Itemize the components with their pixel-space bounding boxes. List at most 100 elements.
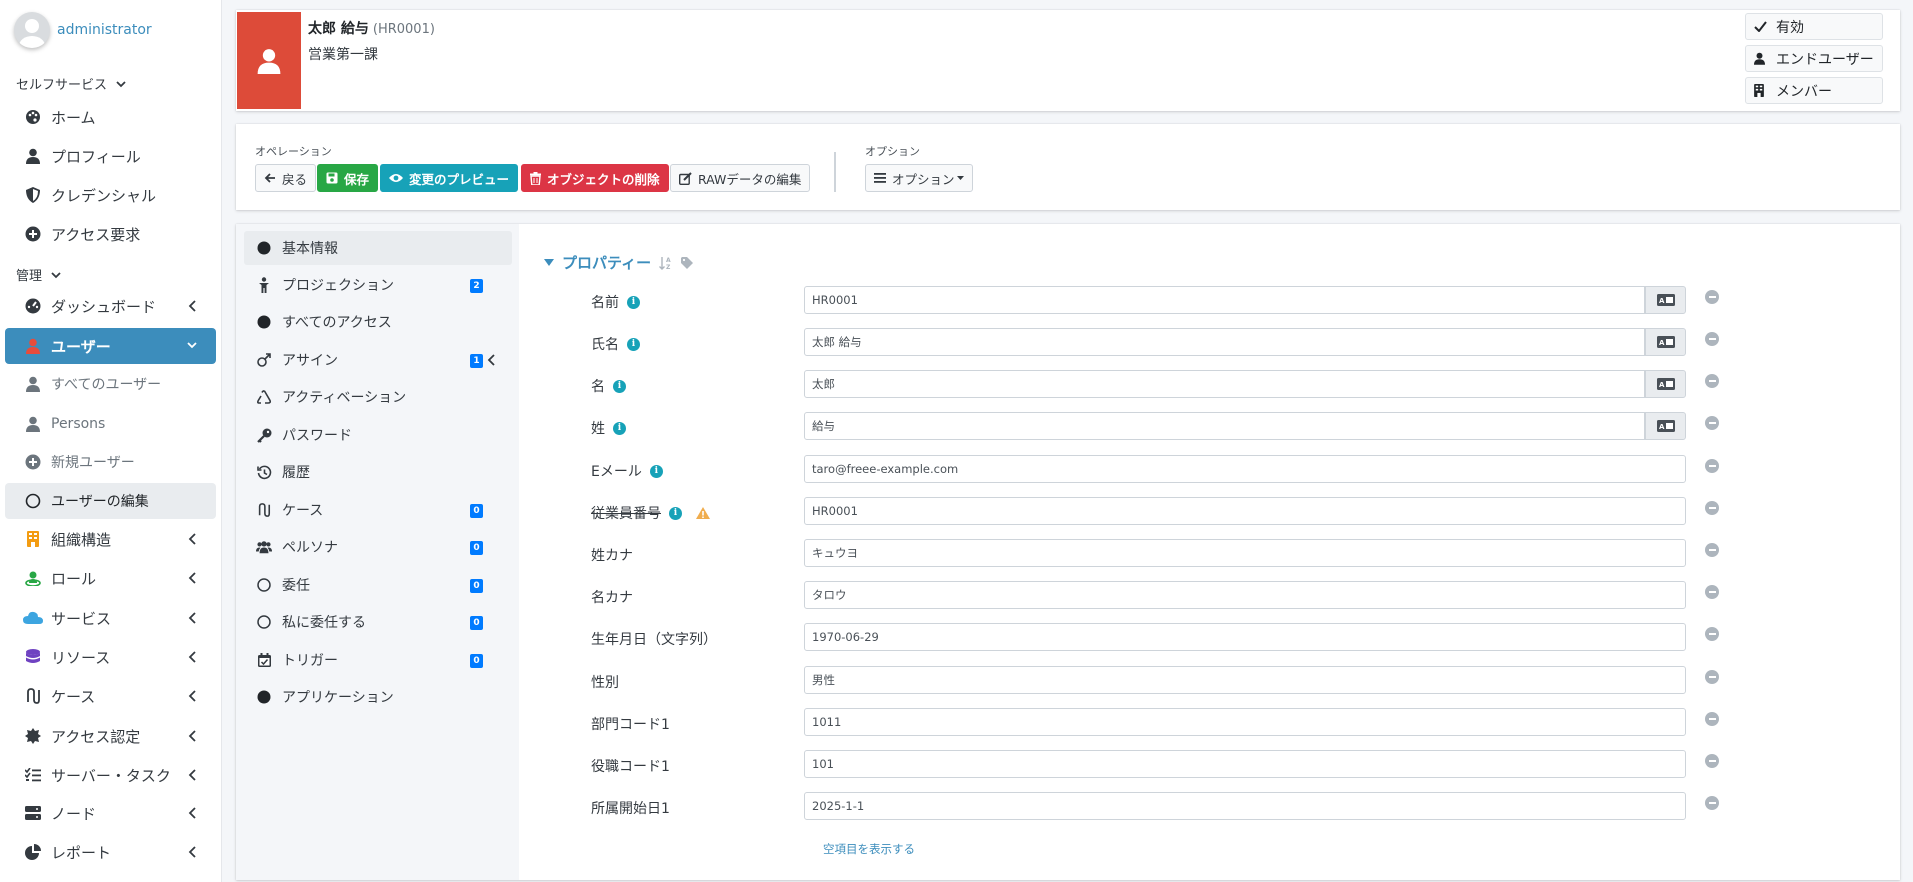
nav-item-roles[interactable]: ロール — [5, 560, 216, 596]
polystring-button[interactable]: A — [1645, 370, 1686, 398]
remove-value-icon[interactable] — [1705, 374, 1719, 388]
remove-value-icon[interactable] — [1705, 501, 1719, 515]
archetype-enduser-tag[interactable]: エンドユーザー — [1745, 45, 1883, 72]
remove-value-icon[interactable] — [1705, 627, 1719, 641]
delete-object-button[interactable]: オブジェクトの削除 — [521, 164, 669, 192]
nav-item-nodes[interactable]: ノード — [5, 795, 216, 831]
info-icon[interactable]: i — [627, 337, 640, 351]
nav-item-cases[interactable]: ケース — [5, 678, 216, 714]
nav-item-access-request[interactable]: アクセス要求 — [5, 216, 216, 252]
info-icon[interactable]: i — [613, 379, 626, 393]
polystring-button[interactable]: A — [1645, 328, 1686, 356]
remove-value-icon[interactable] — [1705, 416, 1719, 430]
nav-item-edit-user[interactable]: ユーザーの編集 — [5, 483, 216, 519]
edit-raw-button[interactable]: RAWデータの編集 — [670, 164, 811, 192]
field-input[interactable]: 2025-1-1 — [804, 792, 1686, 820]
field-input[interactable]: 男性 — [804, 666, 1686, 694]
polystring-button[interactable]: A — [1645, 286, 1686, 314]
chevron-left-icon[interactable] — [487, 353, 497, 367]
chevron-left-icon — [188, 690, 196, 702]
tab-projections[interactable]: プロジェクション 2 — [244, 268, 512, 302]
sidebar: administrator セルフサービス ホーム プロフィール クレデンシャル… — [0, 0, 222, 882]
nav-item-profile[interactable]: プロフィール — [5, 138, 216, 174]
tab-history[interactable]: 履歴 — [244, 455, 512, 489]
properties-section-header[interactable]: プロパティー AZ — [544, 252, 695, 273]
nav-item-resources[interactable]: リソース — [5, 639, 216, 675]
save-icon — [326, 172, 338, 184]
options-label: オプション — [865, 145, 920, 158]
avatar — [14, 12, 50, 48]
save-button[interactable]: 保存 — [317, 164, 379, 192]
tab-delegated-to-me[interactable]: 私に委任する 0 — [244, 605, 512, 639]
warning-icon[interactable] — [696, 507, 710, 519]
tag-icon[interactable] — [681, 256, 695, 269]
field-input[interactable]: HR0001 — [804, 286, 1645, 314]
nav-item-org[interactable]: 組織構造 — [5, 521, 216, 557]
status-enabled-tag[interactable]: 有効 — [1745, 13, 1883, 40]
info-icon[interactable]: i — [627, 295, 640, 309]
remove-value-icon[interactable] — [1705, 585, 1719, 599]
field-input[interactable]: タロウ — [804, 581, 1686, 609]
field-label: 従業員番号 i — [591, 503, 710, 523]
nav-item-users[interactable]: ユーザー — [5, 328, 216, 364]
user-name[interactable]: administrator — [57, 22, 152, 38]
tab-personas[interactable]: ペルソナ 0 — [244, 530, 512, 564]
nav-item-server-tasks[interactable]: サーバー・タスク — [5, 757, 216, 793]
user-panel[interactable]: administrator — [14, 12, 152, 48]
remove-value-icon[interactable] — [1705, 543, 1719, 557]
field-input[interactable]: 1970-06-29 — [804, 623, 1686, 651]
info-icon[interactable]: i — [649, 464, 663, 478]
field-input[interactable]: taro@freee-example.com — [804, 455, 1686, 483]
tab-cases[interactable]: ケース 0 — [244, 493, 512, 527]
nav-item-new-user[interactable]: 新規ユーザー — [5, 444, 216, 480]
remove-value-icon[interactable] — [1705, 754, 1719, 768]
field-label: 姓カナ — [591, 548, 633, 564]
sort-icon[interactable]: AZ — [659, 256, 673, 270]
polystring-button[interactable]: A — [1645, 412, 1686, 440]
chevron-left-icon — [188, 300, 196, 312]
tab-activation[interactable]: アクティベーション — [244, 380, 512, 414]
info-icon[interactable]: i — [669, 506, 682, 520]
nav-header-admin[interactable]: 管理 — [16, 265, 62, 284]
options-dropdown[interactable]: オプション — [865, 164, 973, 192]
nav-item-certification[interactable]: アクセス認定 — [5, 718, 216, 754]
field-input[interactable]: 給与 — [804, 412, 1645, 440]
preview-changes-button[interactable]: 変更のプレビュー — [380, 164, 519, 192]
key-icon — [256, 427, 272, 443]
tab-basic[interactable]: 基本情報 — [244, 231, 512, 265]
remove-value-icon[interactable] — [1705, 796, 1719, 810]
nav-header-selfservice[interactable]: セルフサービス — [16, 74, 127, 93]
nav-item-credentials[interactable]: クレデンシャル — [5, 177, 216, 213]
tab-assignments[interactable]: アサイン 1 — [244, 343, 512, 377]
member-tag[interactable]: メンバー — [1745, 77, 1883, 104]
nav-item-persons[interactable]: Persons — [5, 406, 216, 442]
svg-text:A: A — [1659, 297, 1665, 305]
field-input[interactable]: キュウヨ — [804, 539, 1686, 567]
tab-password[interactable]: パスワード — [244, 418, 512, 452]
field-input[interactable]: 太郎 給与 — [804, 328, 1645, 356]
tab-delegations[interactable]: 委任 0 — [244, 568, 512, 602]
remove-value-icon[interactable] — [1705, 459, 1719, 473]
remove-value-icon[interactable] — [1705, 670, 1719, 684]
remove-value-icon[interactable] — [1705, 332, 1719, 346]
nav-item-services[interactable]: サービス — [5, 600, 216, 636]
nav-item-all-users[interactable]: すべてのユーザー — [5, 366, 216, 402]
back-button[interactable]: 戻る — [255, 164, 317, 192]
info-icon[interactable]: i — [613, 421, 626, 435]
remove-value-icon[interactable] — [1705, 290, 1719, 304]
palette-icon — [23, 107, 43, 127]
remove-value-icon[interactable] — [1705, 712, 1719, 726]
tab-all-access[interactable]: すべてのアクセス — [244, 305, 512, 339]
nav-item-dashboard[interactable]: ダッシュボード — [5, 288, 216, 324]
field-input[interactable]: 1011 — [804, 708, 1686, 736]
field-input[interactable]: HR0001 — [804, 497, 1686, 525]
nav-item-home[interactable]: ホーム — [5, 99, 216, 135]
count-badge: 0 — [470, 579, 483, 593]
nav-item-reports[interactable]: レポート — [5, 834, 216, 870]
check-icon — [1754, 21, 1768, 32]
field-input[interactable]: 101 — [804, 750, 1686, 778]
show-empty-fields-link[interactable]: 空項目を表示する — [823, 841, 915, 857]
tab-applications[interactable]: アプリケーション — [244, 680, 512, 714]
tab-triggers[interactable]: トリガー 0 — [244, 643, 512, 677]
field-input[interactable]: 太郎 — [804, 370, 1645, 398]
